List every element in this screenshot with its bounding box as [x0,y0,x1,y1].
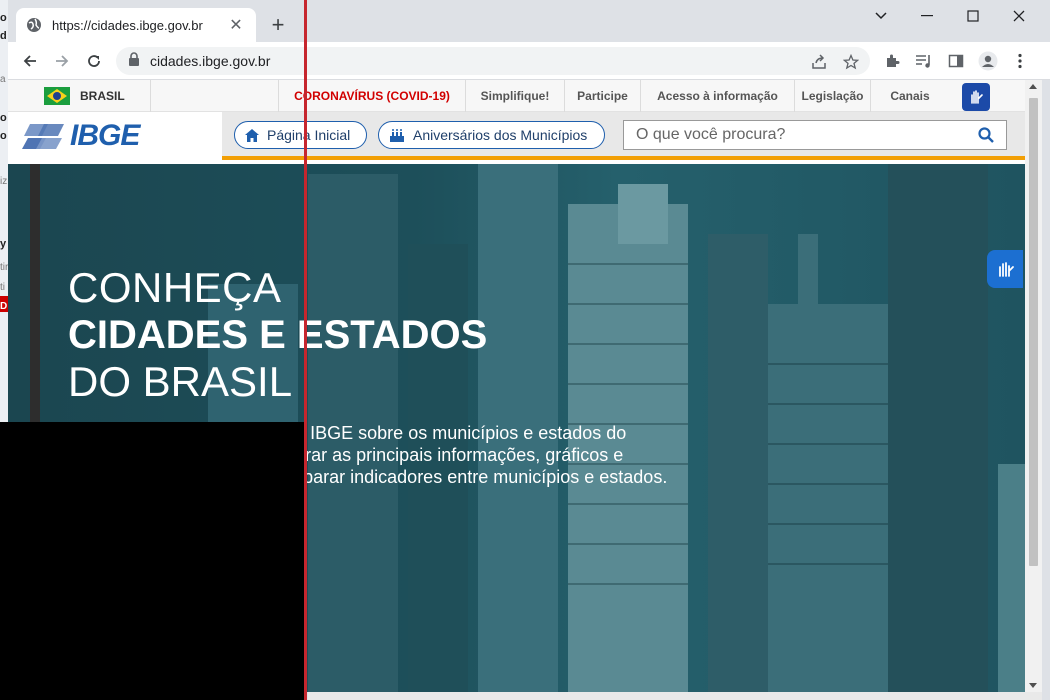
back-button[interactable] [16,47,44,75]
menu-kebab-icon[interactable] [1010,51,1030,71]
lock-icon[interactable] [128,51,140,71]
brazil-flag-icon [44,87,70,105]
minimize-icon [921,15,933,17]
search-input[interactable] [624,121,966,149]
scroll-down-arrow-icon[interactable] [1029,683,1037,688]
search-button[interactable] [966,121,1006,149]
forward-button[interactable] [48,47,76,75]
ibge-logo[interactable]: IBGE [8,112,222,160]
maximize-icon [967,10,979,22]
govbar-link-legislacao[interactable]: Legislação [794,80,870,112]
hero-title: CONHEÇA CIDADES E ESTADOS DO BRASIL [68,264,487,406]
anniversaries-button[interactable]: Aniversários dos Municípios [378,121,605,149]
star-icon[interactable] [842,53,860,71]
reload-button[interactable] [80,47,108,75]
minimize-button[interactable] [904,2,950,30]
brasil-label: BRASIL [80,89,125,103]
new-tab-button[interactable]: + [266,14,290,38]
govbar-link-acesso[interactable]: Acesso à informação [640,80,794,112]
close-icon [1013,10,1025,22]
anniversaries-label: Aniversários dos Municípios [413,127,588,143]
maximize-button[interactable] [950,2,996,30]
close-tab-icon[interactable]: ✕ [226,15,246,35]
close-window-button[interactable] [996,2,1042,30]
page-scrollbar[interactable] [1025,80,1042,692]
share-icon[interactable] [810,53,828,71]
chevron-down-icon [875,12,887,20]
split-divider-line [304,0,307,700]
ibge-logo-mark-icon [22,124,64,149]
hero-title-line2: CIDADES E ESTADOS [68,313,488,357]
govbar-link-simplifique[interactable]: Simplifique! [465,80,564,112]
cake-icon [389,128,405,142]
extensions-icon[interactable] [882,51,902,71]
side-panel-icon[interactable] [946,51,966,71]
url-text: cidades.ibge.gov.br [150,53,271,69]
brasil-link[interactable]: BRASIL [44,87,125,105]
arrow-right-icon [56,55,69,67]
search-icon [978,127,994,143]
tab-search-button[interactable] [858,2,904,30]
tab-title: https://cidades.ibge.gov.br [52,17,203,33]
vlibras-widget-icon[interactable] [987,250,1023,288]
home-icon [245,128,259,142]
scroll-up-arrow-icon[interactable] [1029,84,1037,89]
arrow-left-icon [23,55,36,67]
search-box [623,120,1007,150]
ibge-logo-text: IBGE [70,119,140,152]
gov-spacer [150,80,278,112]
reload-icon [88,55,100,67]
home-button[interactable]: Página Inicial [234,121,367,149]
browser-tab[interactable]: https://cidades.ibge.gov.br ✕ [16,8,256,42]
browser-toolbar: cidades.ibge.gov.br [0,42,1050,80]
home-label: Página Inicial [267,127,351,143]
tab-strip: https://cidades.ibge.gov.br ✕ + [0,0,1050,42]
sign-language-icon[interactable] [962,83,990,111]
black-region [0,422,305,700]
bottom-strip [308,692,1042,700]
globe-icon [26,17,42,33]
profile-avatar-icon[interactable] [978,51,998,71]
address-bar[interactable]: cidades.ibge.gov.br [116,47,870,75]
scroll-thumb[interactable] [1029,98,1038,566]
ibge-header: IBGE Página Inicial Aniversários dos Mun… [8,112,1025,160]
gov-bar: BRASIL CORONAVÍRUS (COVID-19) Simplifiqu… [8,80,1025,112]
hero-title-line3: DO BRASIL [68,358,293,405]
govbar-link-canais[interactable]: Canais [870,80,949,112]
media-control-icon[interactable] [914,51,934,71]
govbar-link-participe[interactable]: Participe [564,80,640,112]
hero-title-line1: CONHEÇA [68,264,282,311]
